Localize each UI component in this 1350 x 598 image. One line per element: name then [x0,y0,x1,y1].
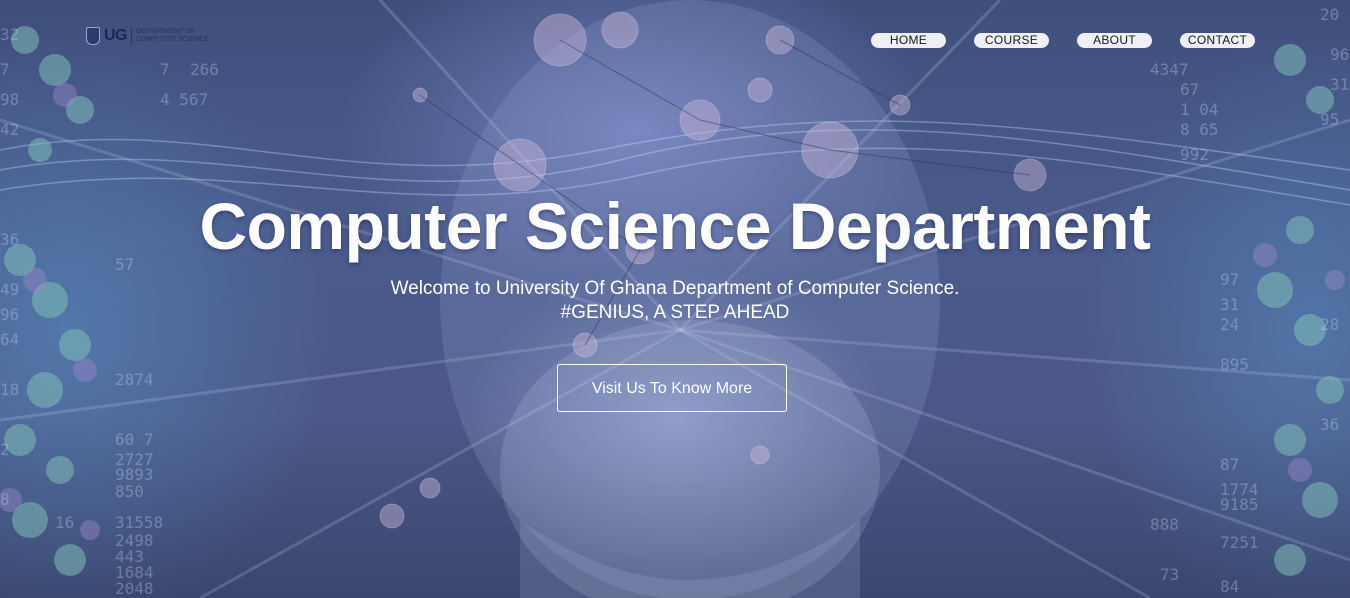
svg-text:73: 73 [1160,565,1179,584]
visit-us-button[interactable]: Visit Us To Know More [557,364,787,412]
svg-text:4347: 4347 [1150,60,1189,79]
svg-text:7251: 7251 [1220,533,1259,552]
hero-title: Computer Science Department [199,189,1151,263]
svg-text:1 04: 1 04 [1180,100,1219,119]
svg-text:4 567: 4 567 [160,90,208,109]
svg-text:8: 8 [0,490,10,509]
svg-text:36: 36 [1320,415,1339,434]
svg-text:895: 895 [1220,355,1249,374]
nav-about-button[interactable]: ABOUT [1077,33,1152,48]
svg-text:9185: 9185 [1220,495,1259,514]
svg-text:992: 992 [1180,145,1209,164]
svg-text:2874: 2874 [115,370,154,389]
svg-text:888: 888 [1150,515,1179,534]
svg-text:95: 95 [1320,110,1339,129]
main-navigation: HOME COURSE ABOUT CONTACT [0,33,1350,49]
svg-text:31558: 31558 [115,513,163,532]
nav-contact-button[interactable]: CONTACT [1180,33,1255,48]
hero-subtitle-line1: Welcome to University Of Ghana Departmen… [390,278,960,299]
hero-subtitle-line2: #GENIUS, A STEP AHEAD [560,302,790,323]
nav-course-button[interactable]: COURSE [974,33,1049,48]
svg-text:31: 31 [1330,75,1349,94]
svg-text:60 7: 60 7 [115,430,154,449]
svg-text:16: 16 [55,513,74,532]
svg-text:67: 67 [1180,80,1199,99]
svg-text:266: 266 [190,60,219,79]
svg-text:2: 2 [0,440,10,459]
nav-home-button[interactable]: HOME [871,33,946,48]
hero-section: 32 7 98 42 36 49 96 64 18 28 57 2874 60 7 2727 98… [0,0,1350,598]
svg-text:2048: 2048 [115,579,154,598]
svg-text:18: 18 [0,380,19,399]
svg-text:8 65: 8 65 [1180,120,1219,139]
svg-text:7: 7 [0,60,10,79]
svg-text:20: 20 [1320,5,1339,24]
svg-text:84: 84 [1220,577,1239,596]
svg-text:64: 64 [0,330,19,349]
svg-text:98: 98 [0,90,19,109]
svg-text:850: 850 [115,482,144,501]
svg-text:87: 87 [1220,455,1239,474]
svg-text:7: 7 [160,60,170,79]
svg-text:42: 42 [0,120,19,139]
